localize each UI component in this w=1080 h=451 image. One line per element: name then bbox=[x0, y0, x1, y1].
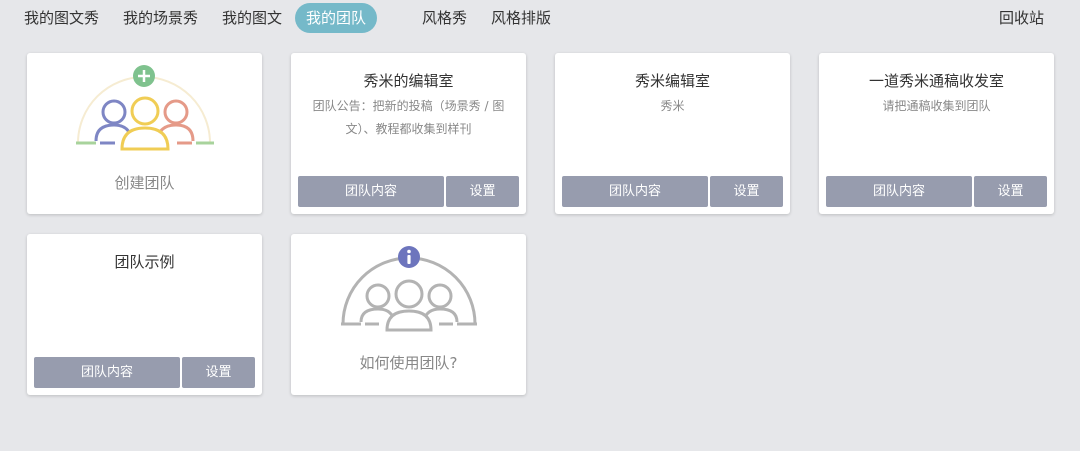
team-content-button[interactable]: 团队内容 bbox=[298, 176, 444, 207]
nav-my-scene-show[interactable]: 我的场景秀 bbox=[123, 3, 198, 33]
nav-style-layout[interactable]: 风格排版 bbox=[491, 3, 551, 33]
team-settings-button[interactable]: 设置 bbox=[446, 176, 519, 207]
team-title: 秀米的编辑室 bbox=[363, 72, 454, 90]
team-title: 一道秀米通稿收发室 bbox=[868, 72, 1004, 90]
team-content-button[interactable]: 团队内容 bbox=[826, 176, 972, 207]
team-card: 一道秀米通稿收发室 请把通稿收集到团队 团队内容 设置 bbox=[819, 53, 1054, 214]
create-team-card[interactable]: 创建团队 bbox=[27, 53, 262, 214]
team-description: 请把通稿收集到团队 bbox=[882, 99, 991, 113]
team-settings-button[interactable]: 设置 bbox=[710, 176, 783, 207]
nav-style-show[interactable]: 风格秀 bbox=[422, 3, 467, 33]
team-description: 团队公告：把新的投稿（场景秀 / 图文）、教程都收集到样刊 bbox=[312, 99, 505, 136]
create-team-label: 创建团队 bbox=[114, 174, 175, 192]
nav-my-team[interactable]: 我的团队 bbox=[295, 3, 378, 33]
nav-my-graphic-show[interactable]: 我的图文秀 bbox=[24, 3, 99, 33]
team-card: 团队示例 团队内容 设置 bbox=[27, 234, 262, 395]
team-page: 我的图文秀 我的场景秀 我的图文 我的团队 风格秀 风格排版 回收站 创建团队 … bbox=[0, 0, 1080, 451]
team-title: 团队示例 bbox=[114, 253, 175, 271]
how-to-use-team-label: 如何使用团队? bbox=[359, 354, 458, 372]
how-to-use-team-card[interactable]: 如何使用团队? bbox=[291, 234, 526, 395]
nav-recycle-bin[interactable]: 回收站 bbox=[999, 3, 1044, 33]
top-nav: 我的图文秀 我的场景秀 我的图文 我的团队 风格秀 风格排版 回收站 bbox=[0, 0, 1080, 36]
team-description: 秀米 bbox=[660, 99, 685, 113]
team-settings-button[interactable]: 设置 bbox=[182, 357, 255, 388]
team-card: 秀米的编辑室 团队公告：把新的投稿（场景秀 / 图文）、教程都收集到样刊 团队内… bbox=[291, 53, 526, 214]
nav-my-graphics[interactable]: 我的图文 bbox=[222, 3, 282, 33]
team-card: 秀米编辑室 秀米 团队内容 设置 bbox=[555, 53, 790, 214]
team-settings-button[interactable]: 设置 bbox=[974, 176, 1047, 207]
team-content-button[interactable]: 团队内容 bbox=[34, 357, 180, 388]
team-title: 秀米编辑室 bbox=[634, 72, 710, 90]
team-content-button[interactable]: 团队内容 bbox=[562, 176, 708, 207]
